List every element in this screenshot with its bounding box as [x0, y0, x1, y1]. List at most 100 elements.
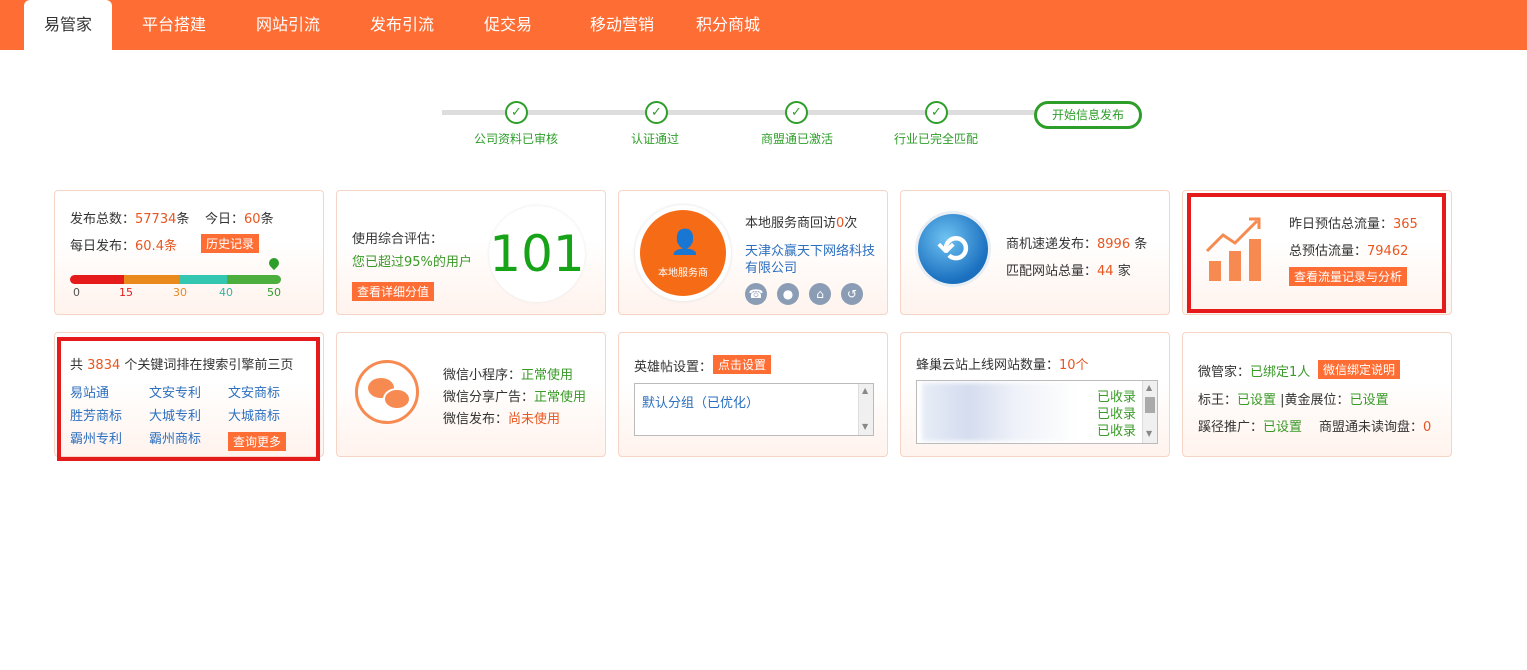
tab-yiguanjia[interactable]: 易管家: [24, 0, 112, 50]
wechat-publish-label: 微信发布：: [443, 412, 509, 427]
tab-publish-traffic[interactable]: 发布引流: [357, 0, 447, 50]
score-desc: 您已超过95%的用户: [352, 255, 472, 270]
tab-mobile[interactable]: 移动营销: [570, 0, 674, 50]
sites-scrollbar[interactable]: ▲ ▼: [1142, 381, 1157, 443]
group-listbox[interactable]: 默认分组（已优化） ▲ ▼: [634, 383, 874, 436]
score-label: 使用综合评估：: [352, 232, 444, 247]
unread-label: 商盟通未读询盘：: [1319, 420, 1424, 435]
daily-publish: 每日发布：60.4条: [70, 235, 177, 254]
scroll-down-icon[interactable]: ▼: [1146, 429, 1152, 438]
publish-total-value: 57734: [135, 212, 177, 227]
share-label: 微信分享广告：: [443, 390, 535, 405]
wgj-label: 微管家：: [1198, 365, 1251, 380]
mini-label: 微信小程序：: [443, 368, 522, 383]
publish-total-unit: 条: [176, 212, 190, 227]
service-badge-label: 本地服务商: [658, 268, 708, 279]
path-value: 已设置: [1263, 420, 1303, 435]
gauge-tick-30: 30: [173, 286, 187, 299]
home-icon[interactable]: ⌂: [809, 283, 831, 305]
check-icon: ✓: [505, 101, 528, 124]
wechat-publish-status: 微信发布：尚未使用: [443, 408, 560, 427]
gauge-tick-40: 40: [219, 286, 233, 299]
speed-label: 商机速递发布：: [1006, 237, 1098, 252]
match-value: 44: [1097, 264, 1114, 279]
progress-line: [442, 110, 1042, 115]
wechat-logo-icon: [355, 360, 419, 424]
scroll-thumb[interactable]: [1145, 397, 1155, 413]
hero-settings-button[interactable]: 点击设置: [713, 355, 772, 374]
speed-publish: 商机速递发布：8996 条: [1006, 233, 1147, 252]
step-label: 公司资料已审核: [474, 132, 559, 146]
wechat-publish-value: 尚未使用: [508, 412, 561, 427]
path-label: 蹊径推广：: [1198, 420, 1264, 435]
share-status: 正常使用: [534, 390, 587, 405]
blurred-site-names: [922, 383, 1077, 441]
daily-value: 60.4条: [135, 239, 177, 254]
today-unit: 条: [260, 212, 274, 227]
biaowang-value: 已设置: [1237, 393, 1277, 408]
tab-points-mall[interactable]: 积分商城: [684, 0, 772, 50]
wechat-card: 微信小程序：正常使用 微信分享广告：正常使用 微信发布：尚未使用: [336, 332, 606, 457]
step-label: 认证通过: [631, 132, 680, 146]
sites-listbox[interactable]: 已收录 已收录 已收录 ▲ ▼: [916, 380, 1158, 444]
mini-status: 正常使用: [521, 368, 574, 383]
scroll-down-icon[interactable]: ▼: [862, 422, 868, 431]
wechat-bubble-right: [383, 388, 411, 410]
match-label: 匹配网站总量：: [1006, 264, 1098, 279]
path-promo-status: 蹊径推广：已设置: [1198, 416, 1302, 435]
visit-suffix: 次: [844, 216, 858, 231]
scroll-up-icon[interactable]: ▲: [1146, 383, 1152, 392]
service-person-icon: 👤: [670, 228, 700, 256]
local-service-card: 👤 本地服务商 本地服务商回访0次 天津众赢天下网络科技 有限公司 ☎ ● ⌂ …: [618, 190, 888, 315]
scroll-up-icon[interactable]: ▲: [862, 386, 868, 395]
step-label: 商盟通已激活: [761, 132, 834, 146]
daily-label: 每日发布：: [70, 239, 136, 254]
publish-total-label: 发布总数：: [70, 212, 136, 227]
gold-value: 已设置: [1349, 393, 1389, 408]
hive-sites-card: 蜂巢云站上线网站数量：10个 已收录 已收录 已收录 ▲ ▼: [900, 332, 1170, 457]
group-option[interactable]: 默认分组（已优化）: [642, 392, 759, 411]
highlight-frame-keywords: [57, 337, 320, 461]
listbox-scrollbar[interactable]: ▲ ▼: [858, 384, 873, 435]
today-label: 今日：: [205, 212, 245, 227]
score-card: 使用综合评估： 您已超过95%的用户 查看详细分值 101: [336, 190, 606, 315]
score-gauge: [70, 275, 281, 284]
history-icon[interactable]: ↺: [841, 283, 863, 305]
sites-count: 蜂巢云站上线网站数量：10个: [916, 354, 1089, 373]
check-icon: ✓: [925, 101, 948, 124]
gauge-tick-15: 15: [119, 286, 133, 299]
speed-value: 8996: [1097, 237, 1131, 252]
speed-unit: 条: [1134, 237, 1148, 252]
tab-platform[interactable]: 平台搭建: [128, 0, 220, 50]
tab-deal[interactable]: 促交易: [470, 0, 546, 50]
start-publish-button[interactable]: 开始信息发布: [1034, 101, 1142, 129]
visit-prefix: 本地服务商回访: [745, 216, 837, 231]
history-button[interactable]: 历史记录: [201, 234, 260, 253]
sync-arrow-glyph: ⟲: [937, 227, 969, 271]
today-value: 60: [244, 212, 261, 227]
unread-value: 0: [1423, 420, 1432, 435]
share-ad-status: 微信分享广告：正常使用: [443, 386, 586, 405]
wgj-value: 已绑定1人: [1250, 365, 1311, 380]
sites-label: 蜂巢云站上线网站数量：: [916, 358, 1060, 373]
biaowang-label: 标王：: [1198, 393, 1238, 408]
business-push-card: ⟲ 商机速递发布：8996 条 匹配网站总量：44 家: [900, 190, 1170, 315]
wechat-butler: 微管家：已绑定1人: [1198, 361, 1310, 380]
tab-site-traffic[interactable]: 网站引流: [243, 0, 333, 50]
score-detail-button[interactable]: 查看详细分值: [352, 282, 435, 301]
check-icon: ✓: [785, 101, 808, 124]
publish-stats-card: 发布总数：57734条 今日：60条 每日发布：60.4条 历史记录 0 15 …: [54, 190, 324, 315]
score-value: 101: [489, 225, 585, 283]
site-status: 已收录: [1097, 424, 1137, 439]
qq-icon[interactable]: ●: [777, 283, 799, 305]
sync-logo-icon: ⟲: [918, 214, 988, 284]
gauge-tick-0: 0: [73, 286, 80, 299]
wechat-bind-help-button[interactable]: 微信绑定说明: [1318, 360, 1401, 379]
highlight-frame-traffic: [1187, 193, 1446, 313]
match-unit: 家: [1117, 264, 1131, 279]
phone-icon[interactable]: ☎: [745, 283, 767, 305]
company-name-line2[interactable]: 有限公司: [745, 257, 797, 276]
mini-program-status: 微信小程序：正常使用: [443, 364, 573, 383]
hero-label: 英雄帖设置：: [634, 360, 713, 375]
gauge-marker-icon: [266, 255, 282, 271]
